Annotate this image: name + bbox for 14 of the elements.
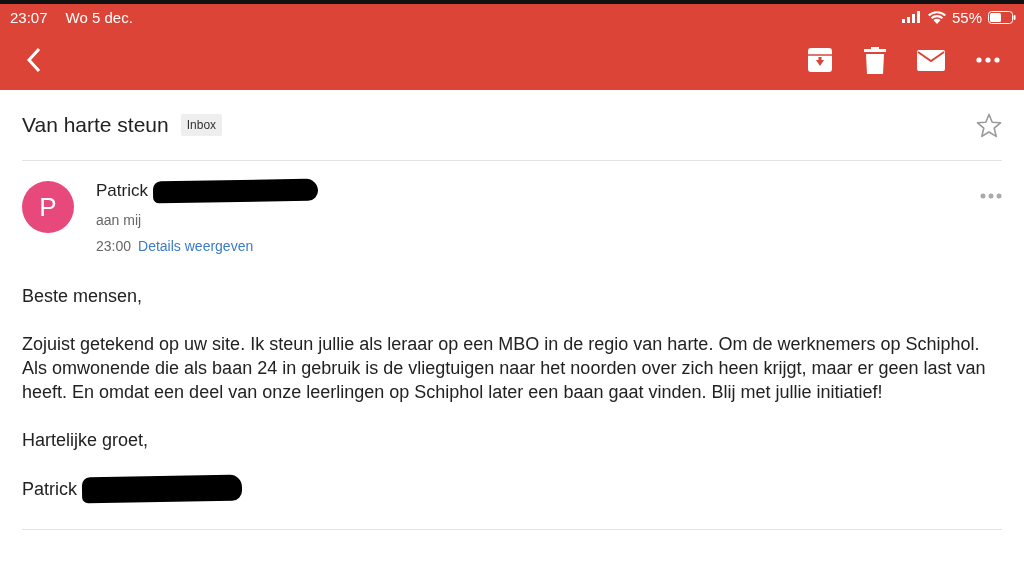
battery-percent: 55% [951,8,982,26]
sent-time: 23:00 [96,238,132,254]
status-time: 23:07 [10,8,48,26]
inbox-label: Inbox [180,114,223,136]
subject-title: Van harte steun [22,113,169,137]
body-paragraph: Hartelijke groet, [22,429,150,452]
details-link[interactable]: Details weergeven [138,238,254,254]
signature-name: Patrick [22,478,77,501]
recipient-text: aan mij [96,212,143,228]
sender-avatar: P [22,181,74,233]
body-paragraph: Zojuist getekend op uw site. Ik steun jullie als leraar op een MBO in de regio van harte. Om de werknemers op Schiphol. Als omwonende die als baan 24 in gebruik is de vliegtuigen naar het noorden over zich heen krijgt, maar er geen last van heeft. En omdat een deel van onze leerlingen op Schiphol later een baan gaat vinden. Blij met jullie initiatief! [22,333,987,404]
status-date: Wo 5 dec. [65,8,133,26]
sender-name: Patrick [96,181,148,201]
body-paragraph: Beste mensen, [22,285,144,308]
